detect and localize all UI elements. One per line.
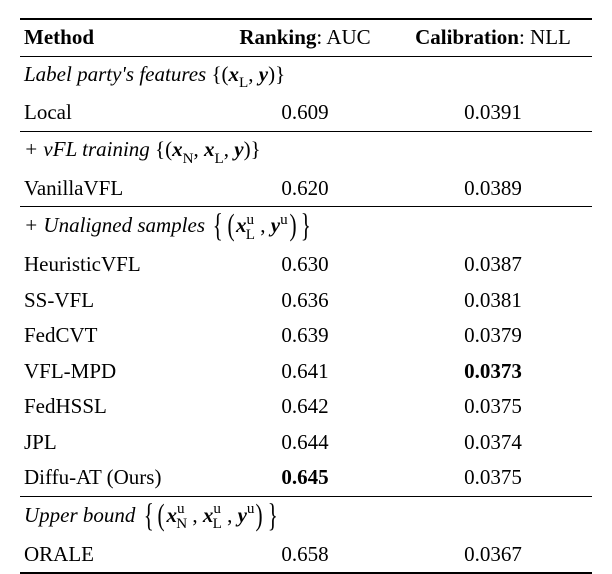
- header-calibration: Calibration: NLL: [394, 19, 592, 56]
- section-set-notation: {(xuL , yu)}: [210, 213, 313, 237]
- auc-cell: 0.642: [216, 389, 394, 425]
- table-row: SS-VFL 0.636 0.0381: [20, 283, 592, 319]
- section-label-party: Label party's features {(xL, y)}: [20, 56, 592, 95]
- header-ranking-metric: : AUC: [316, 25, 370, 49]
- nll-cell: 0.0379: [394, 318, 592, 354]
- section-row: + vFL training {(xN, xL, y)}: [20, 131, 592, 170]
- header-calibration-metric: : NLL: [519, 25, 571, 49]
- nll-cell: 0.0375: [394, 460, 592, 496]
- nll-cell: 0.0387: [394, 247, 592, 283]
- section-prefix: Label party's features: [24, 62, 211, 86]
- method-cell: VanillaVFL: [20, 171, 216, 207]
- section-row: Label party's features {(xL, y)}: [20, 56, 592, 95]
- section-prefix: Upper bound: [24, 503, 141, 527]
- header-method: Method: [20, 19, 216, 56]
- nll-cell: 0.0374: [394, 425, 592, 461]
- auc-cell: 0.639: [216, 318, 394, 354]
- method-cell: ORALE: [20, 537, 216, 574]
- auc-cell: 0.609: [216, 95, 394, 131]
- auc-cell: 0.620: [216, 171, 394, 207]
- method-cell: FedCVT: [20, 318, 216, 354]
- nll-cell: 0.0389: [394, 171, 592, 207]
- nll-cell: 0.0391: [394, 95, 592, 131]
- results-table: Method Ranking: AUC Calibration: NLL Lab…: [20, 18, 592, 574]
- table-header-row: Method Ranking: AUC Calibration: NLL: [20, 19, 592, 56]
- method-cell: SS-VFL: [20, 283, 216, 319]
- auc-cell: 0.630: [216, 247, 394, 283]
- nll-cell: 0.0375: [394, 389, 592, 425]
- table-row: JPL 0.644 0.0374: [20, 425, 592, 461]
- nll-cell: 0.0367: [394, 537, 592, 574]
- section-unaligned: + Unaligned samples {(xuL , yu)}: [20, 207, 592, 247]
- section-set-notation: {(xL, y)}: [211, 62, 285, 86]
- table-row: VanillaVFL 0.620 0.0389: [20, 171, 592, 207]
- section-set-notation: {(xuN , xuL , yu)}: [141, 503, 281, 527]
- method-cell: HeuristicVFL: [20, 247, 216, 283]
- table-row: FedHSSL 0.642 0.0375: [20, 389, 592, 425]
- table-row: VFL-MPD 0.641 0.0373: [20, 354, 592, 390]
- method-cell: VFL-MPD: [20, 354, 216, 390]
- table-row: Diffu-AT (Ours) 0.645 0.0375: [20, 460, 592, 496]
- table-row: Local 0.609 0.0391: [20, 95, 592, 131]
- table-row: FedCVT 0.639 0.0379: [20, 318, 592, 354]
- nll-cell: 0.0373: [394, 354, 592, 390]
- section-prefix: + Unaligned samples: [24, 213, 210, 237]
- method-cell: JPL: [20, 425, 216, 461]
- table-row: HeuristicVFL 0.630 0.0387: [20, 247, 592, 283]
- header-ranking: Ranking: AUC: [216, 19, 394, 56]
- section-vfl-training: + vFL training {(xN, xL, y)}: [20, 131, 592, 170]
- auc-cell: 0.636: [216, 283, 394, 319]
- header-calibration-label: Calibration: [415, 25, 519, 49]
- auc-cell: 0.658: [216, 537, 394, 574]
- method-cell: Local: [20, 95, 216, 131]
- table-row: ORALE 0.658 0.0367: [20, 537, 592, 574]
- section-row: + Unaligned samples {(xuL , yu)}: [20, 207, 592, 247]
- section-prefix: + vFL training: [24, 137, 155, 161]
- nll-cell: 0.0381: [394, 283, 592, 319]
- section-row: Upper bound {(xuN , xuL , yu)}: [20, 496, 592, 536]
- auc-cell: 0.641: [216, 354, 394, 390]
- method-cell: FedHSSL: [20, 389, 216, 425]
- section-upper-bound: Upper bound {(xuN , xuL , yu)}: [20, 496, 592, 536]
- header-ranking-label: Ranking: [239, 25, 316, 49]
- method-cell: Diffu-AT (Ours): [20, 460, 216, 496]
- auc-cell: 0.645: [216, 460, 394, 496]
- auc-cell: 0.644: [216, 425, 394, 461]
- section-set-notation: {(xN, xL, y)}: [155, 137, 261, 161]
